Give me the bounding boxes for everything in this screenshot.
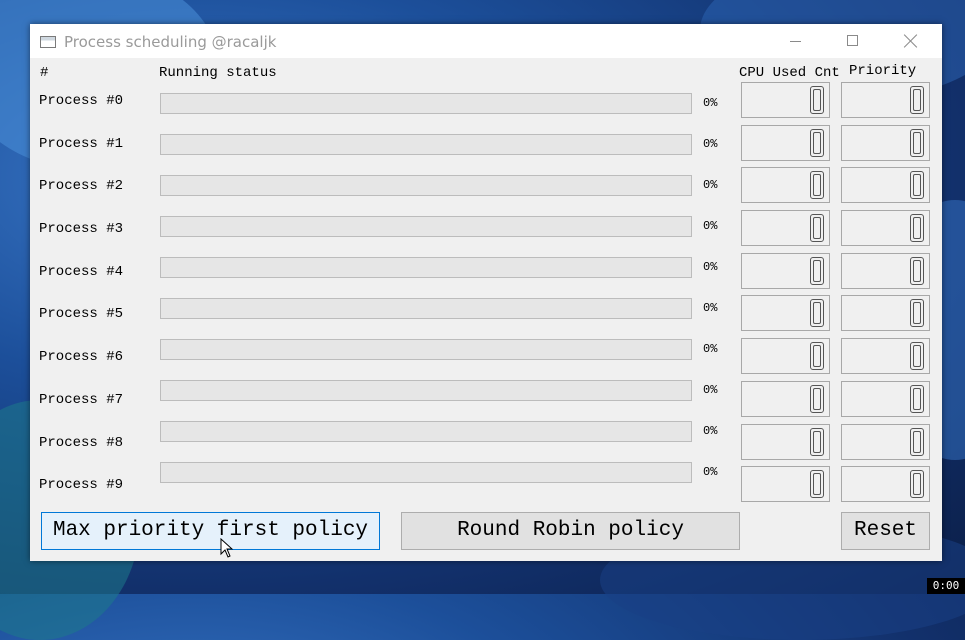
app-window-icon <box>40 36 56 48</box>
process-label: Process #2 <box>39 178 124 194</box>
lcd-value: 0 <box>910 298 924 328</box>
lcd-value: 0 <box>810 469 824 499</box>
close-icon <box>904 34 918 48</box>
process-label: Process #4 <box>39 264 124 280</box>
lcd-value: 0 <box>910 469 924 499</box>
process-progress-bar <box>160 380 692 401</box>
priority-lcd: 0 <box>841 295 930 331</box>
progress-percent-text: 0% <box>703 219 718 233</box>
priority-lcd: 0 <box>841 466 930 502</box>
cpu-used-lcd: 0 <box>741 466 830 502</box>
cpu-used-lcd: 0 <box>741 295 830 331</box>
process-progress-bar <box>160 93 692 114</box>
progress-percent-text: 0% <box>703 137 718 151</box>
cpu-used-lcd: 0 <box>741 424 830 460</box>
process-label: Process #5 <box>39 306 124 322</box>
minimize-button[interactable] <box>773 24 819 58</box>
process-progress-bar <box>160 298 692 319</box>
lcd-value: 0 <box>810 427 824 457</box>
process-label: Process #6 <box>39 349 124 365</box>
priority-lcd: 0 <box>841 82 930 118</box>
progress-percent-text: 0% <box>703 383 718 397</box>
process-label: Process #3 <box>39 221 124 237</box>
lcd-value: 0 <box>910 341 924 371</box>
lcd-value: 0 <box>810 85 824 115</box>
cpu-used-lcd: 0 <box>741 338 830 374</box>
close-button[interactable] <box>888 24 934 58</box>
progress-percent-text: 0% <box>703 465 718 479</box>
max-priority-policy-button[interactable]: Max priority first policy <box>41 512 380 550</box>
priority-lcd: 0 <box>841 381 930 417</box>
maximize-icon <box>847 35 858 46</box>
process-progress-bar <box>160 462 692 483</box>
lcd-value: 0 <box>910 384 924 414</box>
lcd-value: 0 <box>810 341 824 371</box>
process-label: Process #1 <box>39 136 124 152</box>
progress-percent-text: 0% <box>703 424 718 438</box>
progress-percent-text: 0% <box>703 260 718 274</box>
cpu-used-lcd: 0 <box>741 210 830 246</box>
process-progress-bar <box>160 339 692 360</box>
cpu-used-lcd: 0 <box>741 125 830 161</box>
lcd-value: 0 <box>910 128 924 158</box>
lcd-value: 0 <box>810 298 824 328</box>
process-label: Process #0 <box>39 93 124 109</box>
minimize-icon <box>790 41 801 42</box>
priority-lcd: 0 <box>841 167 930 203</box>
priority-lcd: 0 <box>841 424 930 460</box>
maximize-button[interactable] <box>830 24 876 58</box>
priority-lcd: 0 <box>841 210 930 246</box>
lcd-value: 0 <box>810 213 824 243</box>
priority-lcd: 0 <box>841 253 930 289</box>
progress-percent-text: 0% <box>703 178 718 192</box>
lcd-value: 0 <box>910 213 924 243</box>
lcd-value: 0 <box>810 170 824 200</box>
lcd-value: 0 <box>810 128 824 158</box>
header-running-status: Running status <box>159 65 277 81</box>
process-label: Process #7 <box>39 392 124 408</box>
priority-lcd: 0 <box>841 125 930 161</box>
window-title: Process scheduling @racaljk <box>64 33 277 51</box>
process-progress-bar <box>160 216 692 237</box>
process-progress-bar <box>160 134 692 155</box>
cpu-used-lcd: 0 <box>741 253 830 289</box>
lcd-value: 0 <box>910 256 924 286</box>
progress-percent-text: 0% <box>703 342 718 356</box>
recorder-timer: 0:00 <box>927 578 965 594</box>
header-index: # <box>40 65 49 81</box>
round-robin-policy-button[interactable]: Round Robin policy <box>401 512 740 550</box>
process-progress-bar <box>160 175 692 196</box>
process-label: Process #9 <box>39 477 124 493</box>
process-progress-bar <box>160 257 692 278</box>
lcd-value: 0 <box>910 427 924 457</box>
header-cpu-used: CPU Used Cnt <box>739 65 840 81</box>
priority-lcd: 0 <box>841 338 930 374</box>
header-priority: Priority <box>849 63 917 79</box>
cpu-used-lcd: 0 <box>741 82 830 118</box>
cpu-used-lcd: 0 <box>741 167 830 203</box>
lcd-value: 0 <box>810 384 824 414</box>
app-window: Process scheduling @racaljk # Running st… <box>30 24 942 561</box>
mouse-cursor-icon <box>220 538 234 558</box>
reset-button[interactable]: Reset <box>841 512 930 550</box>
title-bar[interactable]: Process scheduling @racaljk <box>30 24 942 58</box>
progress-percent-text: 0% <box>703 301 718 315</box>
process-progress-bar <box>160 421 692 442</box>
cpu-used-lcd: 0 <box>741 381 830 417</box>
progress-percent-text: 0% <box>703 96 718 110</box>
lcd-value: 0 <box>910 85 924 115</box>
lcd-value: 0 <box>910 170 924 200</box>
process-label: Process #8 <box>39 435 124 451</box>
lcd-value: 0 <box>810 256 824 286</box>
